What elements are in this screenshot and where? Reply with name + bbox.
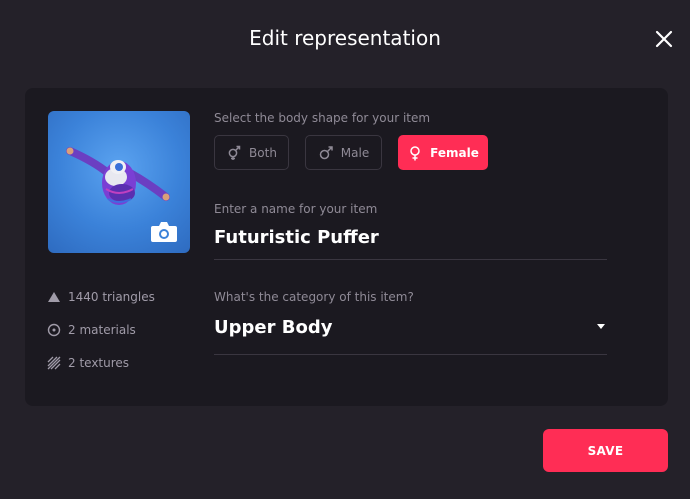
close-button[interactable] xyxy=(652,27,676,51)
stat-triangles-text: 1440 triangles xyxy=(68,289,155,304)
stat-triangles: 1440 triangles xyxy=(47,280,155,313)
category-dropdown[interactable]: Upper Body xyxy=(214,310,607,355)
body-shape-both-button[interactable]: Both xyxy=(214,135,289,170)
change-thumbnail-button[interactable] xyxy=(149,219,179,245)
category-selected-value: Upper Body xyxy=(214,317,333,338)
close-icon xyxy=(655,30,673,48)
body-shape-female-button[interactable]: Female xyxy=(398,135,488,170)
textures-icon xyxy=(47,356,61,369)
chevron-down-icon xyxy=(597,324,605,329)
materials-icon xyxy=(47,323,61,336)
stat-textures: 2 textures xyxy=(47,346,155,379)
both-genders-icon xyxy=(228,145,241,160)
camera-icon xyxy=(151,222,177,242)
body-shape-label: Select the body shape for your item xyxy=(214,111,431,125)
stat-textures-text: 2 textures xyxy=(68,355,130,370)
triangle-icon xyxy=(48,291,60,302)
item-stats: 1440 triangles 2 materials 2 textures xyxy=(47,280,155,379)
body-shape-female-label: Female xyxy=(430,145,479,160)
item-name-label: Enter a name for your item xyxy=(214,202,378,216)
stat-materials-text: 2 materials xyxy=(68,322,136,337)
save-button[interactable]: SAVE xyxy=(543,429,668,472)
item-name-input[interactable]: Futuristic Puffer xyxy=(214,222,607,260)
modal-title: Edit representation xyxy=(249,26,441,50)
stat-materials: 2 materials xyxy=(47,313,155,346)
body-shape-male-label: Male xyxy=(340,145,370,160)
female-icon xyxy=(410,145,420,160)
body-shape-both-label: Both xyxy=(249,145,277,160)
male-icon xyxy=(319,145,333,159)
category-label: What's the category of this item? xyxy=(214,290,414,304)
body-shape-male-button[interactable]: Male xyxy=(305,135,382,170)
